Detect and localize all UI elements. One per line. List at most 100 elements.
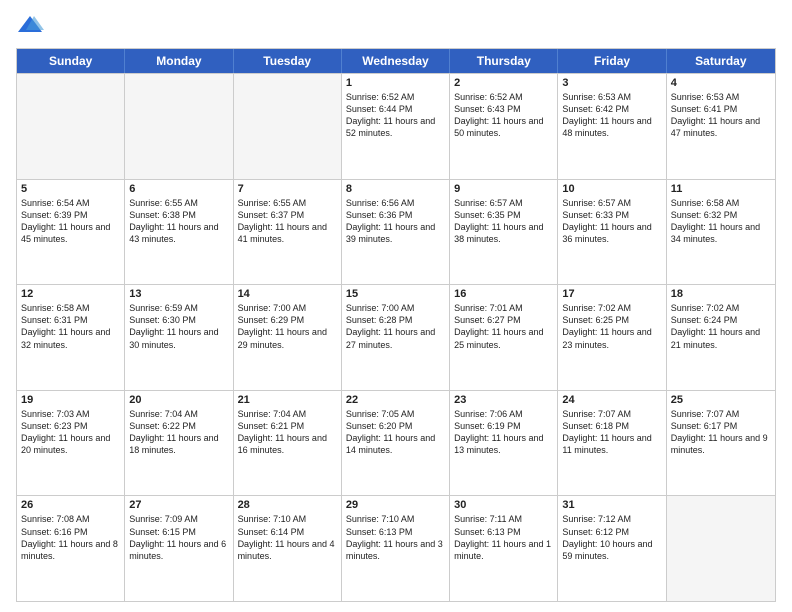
day-number: 2 (454, 77, 553, 89)
day-number: 12 (21, 288, 120, 300)
calendar-row-2: 12 Sunrise: 6:58 AM Sunset: 6:31 PM Dayli… (17, 284, 775, 390)
calendar-row-3: 19 Sunrise: 7:03 AM Sunset: 6:23 PM Dayli… (17, 390, 775, 496)
day-number: 5 (21, 183, 120, 195)
calendar-cell-9: 9Sunrise: 6:57 AM Sunset: 6:35 PM Daylig… (450, 180, 558, 285)
cell-info: Sunrise: 6:52 AM Sunset: 6:44 PM Dayligh… (346, 91, 445, 140)
cell-info: Sunrise: 6:59 AM Sunset: 6:30 PM Dayligh… (129, 302, 228, 351)
calendar-cell-8: 8 Sunrise: 6:56 AM Sunset: 6:36 PM Daylig… (342, 180, 450, 285)
calendar-cell-25: 25 Sunrise: 7:07 AM Sunset: 6:17 PM Dayli… (667, 391, 775, 496)
weekday-header-monday: Monday (125, 49, 233, 73)
day-number: 23 (454, 394, 553, 406)
cell-info: Sunrise: 6:54 AM Sunset: 6:39 PM Dayligh… (21, 197, 120, 246)
calendar-cell-7: 7 Sunrise: 6:55 AM Sunset: 6:37 PM Daylig… (234, 180, 342, 285)
calendar-cell-15: 15Sunrise: 7:00 AM Sunset: 6:28 PM Dayli… (342, 285, 450, 390)
weekday-header-wednesday: Wednesday (342, 49, 450, 73)
calendar-cell-empty-0-2 (234, 74, 342, 179)
day-number: 20 (129, 394, 228, 406)
cell-info: Sunrise: 7:04 AM Sunset: 6:22 PM Dayligh… (129, 408, 228, 457)
calendar-cell-26: 26 Sunrise: 7:08 AM Sunset: 6:16 PM Dayli… (17, 496, 125, 601)
cell-info: Sunrise: 6:53 AM Sunset: 6:42 PM Dayligh… (562, 91, 661, 140)
calendar-cell-1: 1 Sunrise: 6:52 AM Sunset: 6:44 PM Daylig… (342, 74, 450, 179)
cell-info: Sunrise: 7:07 AM Sunset: 6:18 PM Dayligh… (562, 408, 661, 457)
cell-info: Sunrise: 7:10 AM Sunset: 6:13 PM Dayligh… (346, 513, 445, 562)
weekday-header-friday: Friday (558, 49, 666, 73)
weekday-header-tuesday: Tuesday (234, 49, 342, 73)
day-number: 14 (238, 288, 337, 300)
day-number: 19 (21, 394, 120, 406)
day-number: 18 (671, 288, 771, 300)
cell-info: Sunrise: 6:55 AM Sunset: 6:38 PM Dayligh… (129, 197, 228, 246)
calendar-cell-21: 21Sunrise: 7:04 AM Sunset: 6:21 PM Dayli… (234, 391, 342, 496)
calendar-cell-31: 31Sunrise: 7:12 AM Sunset: 6:12 PM Dayli… (558, 496, 666, 601)
weekday-header-saturday: Saturday (667, 49, 775, 73)
cell-info: Sunrise: 7:11 AM Sunset: 6:13 PM Dayligh… (454, 513, 553, 562)
cell-info: Sunrise: 7:08 AM Sunset: 6:16 PM Dayligh… (21, 513, 120, 562)
page: SundayMondayTuesdayWednesdayThursdayFrid… (0, 0, 792, 612)
day-number: 4 (671, 77, 771, 89)
calendar-cell-empty-4-6 (667, 496, 775, 601)
day-number: 8 (346, 183, 445, 195)
day-number: 10 (562, 183, 661, 195)
cell-info: Sunrise: 6:53 AM Sunset: 6:41 PM Dayligh… (671, 91, 771, 140)
calendar-cell-3: 3 Sunrise: 6:53 AM Sunset: 6:42 PM Daylig… (558, 74, 666, 179)
weekday-header-sunday: Sunday (17, 49, 125, 73)
day-number: 25 (671, 394, 771, 406)
cell-info: Sunrise: 7:04 AM Sunset: 6:21 PM Dayligh… (238, 408, 337, 457)
calendar-cell-28: 28 Sunrise: 7:10 AM Sunset: 6:14 PM Dayli… (234, 496, 342, 601)
calendar-header: SundayMondayTuesdayWednesdayThursdayFrid… (17, 49, 775, 73)
cell-info: Sunrise: 6:57 AM Sunset: 6:33 PM Dayligh… (562, 197, 661, 246)
day-number: 7 (238, 183, 337, 195)
calendar-cell-22: 22Sunrise: 7:05 AM Sunset: 6:20 PM Dayli… (342, 391, 450, 496)
calendar-row-0: 1 Sunrise: 6:52 AM Sunset: 6:44 PM Daylig… (17, 73, 775, 179)
day-number: 3 (562, 77, 661, 89)
calendar-row-1: 5 Sunrise: 6:54 AM Sunset: 6:39 PM Daylig… (17, 179, 775, 285)
day-number: 27 (129, 499, 228, 511)
calendar-cell-24: 24 Sunrise: 7:07 AM Sunset: 6:18 PM Dayli… (558, 391, 666, 496)
calendar-cell-17: 17 Sunrise: 7:02 AM Sunset: 6:25 PM Dayli… (558, 285, 666, 390)
logo (16, 12, 48, 40)
day-number: 30 (454, 499, 553, 511)
day-number: 22 (346, 394, 445, 406)
cell-info: Sunrise: 7:09 AM Sunset: 6:15 PM Dayligh… (129, 513, 228, 562)
calendar-cell-18: 18 Sunrise: 7:02 AM Sunset: 6:24 PM Dayli… (667, 285, 775, 390)
calendar-cell-11: 11 Sunrise: 6:58 AM Sunset: 6:32 PM Dayli… (667, 180, 775, 285)
calendar-cell-empty-0-1 (125, 74, 233, 179)
calendar: SundayMondayTuesdayWednesdayThursdayFrid… (16, 48, 776, 602)
cell-info: Sunrise: 7:06 AM Sunset: 6:19 PM Dayligh… (454, 408, 553, 457)
day-number: 1 (346, 77, 445, 89)
calendar-cell-4: 4 Sunrise: 6:53 AM Sunset: 6:41 PM Daylig… (667, 74, 775, 179)
day-number: 28 (238, 499, 337, 511)
cell-info: Sunrise: 7:01 AM Sunset: 6:27 PM Dayligh… (454, 302, 553, 351)
calendar-cell-20: 20 Sunrise: 7:04 AM Sunset: 6:22 PM Dayli… (125, 391, 233, 496)
day-number: 15 (346, 288, 445, 300)
day-number: 29 (346, 499, 445, 511)
day-number: 24 (562, 394, 661, 406)
cell-info: Sunrise: 7:10 AM Sunset: 6:14 PM Dayligh… (238, 513, 337, 562)
day-number: 17 (562, 288, 661, 300)
cell-info: Sunrise: 6:58 AM Sunset: 6:32 PM Dayligh… (671, 197, 771, 246)
header (16, 12, 776, 40)
calendar-cell-2: 2 Sunrise: 6:52 AM Sunset: 6:43 PM Daylig… (450, 74, 558, 179)
cell-info: Sunrise: 7:07 AM Sunset: 6:17 PM Dayligh… (671, 408, 771, 457)
calendar-cell-23: 23 Sunrise: 7:06 AM Sunset: 6:19 PM Dayli… (450, 391, 558, 496)
cell-info: Sunrise: 7:02 AM Sunset: 6:25 PM Dayligh… (562, 302, 661, 351)
day-number: 9 (454, 183, 553, 195)
calendar-cell-10: 10 Sunrise: 6:57 AM Sunset: 6:33 PM Dayli… (558, 180, 666, 285)
day-number: 6 (129, 183, 228, 195)
calendar-row-4: 26 Sunrise: 7:08 AM Sunset: 6:16 PM Dayli… (17, 495, 775, 601)
calendar-cell-19: 19 Sunrise: 7:03 AM Sunset: 6:23 PM Dayli… (17, 391, 125, 496)
calendar-cell-6: 6 Sunrise: 6:55 AM Sunset: 6:38 PM Daylig… (125, 180, 233, 285)
cell-info: Sunrise: 6:56 AM Sunset: 6:36 PM Dayligh… (346, 197, 445, 246)
weekday-header-thursday: Thursday (450, 49, 558, 73)
calendar-cell-12: 12 Sunrise: 6:58 AM Sunset: 6:31 PM Dayli… (17, 285, 125, 390)
calendar-cell-27: 27 Sunrise: 7:09 AM Sunset: 6:15 PM Dayli… (125, 496, 233, 601)
day-number: 26 (21, 499, 120, 511)
cell-info: Sunrise: 6:55 AM Sunset: 6:37 PM Dayligh… (238, 197, 337, 246)
day-number: 11 (671, 183, 771, 195)
cell-info: Sunrise: 6:58 AM Sunset: 6:31 PM Dayligh… (21, 302, 120, 351)
calendar-cell-14: 14Sunrise: 7:00 AM Sunset: 6:29 PM Dayli… (234, 285, 342, 390)
calendar-cell-30: 30 Sunrise: 7:11 AM Sunset: 6:13 PM Dayli… (450, 496, 558, 601)
cell-info: Sunrise: 6:52 AM Sunset: 6:43 PM Dayligh… (454, 91, 553, 140)
cell-info: Sunrise: 7:02 AM Sunset: 6:24 PM Dayligh… (671, 302, 771, 351)
cell-info: Sunrise: 7:03 AM Sunset: 6:23 PM Dayligh… (21, 408, 120, 457)
